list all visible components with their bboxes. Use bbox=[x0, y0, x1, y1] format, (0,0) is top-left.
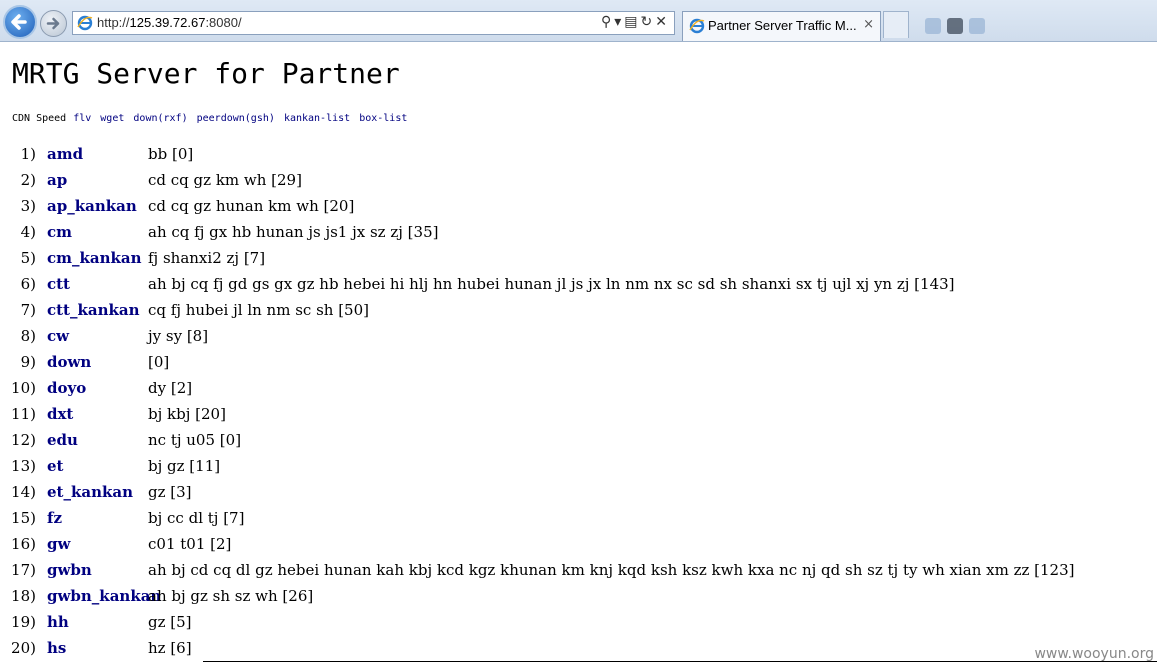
row-number: 11) bbox=[11, 405, 36, 423]
server-name-link[interactable]: ap bbox=[47, 171, 67, 189]
row-number: 13) bbox=[11, 457, 36, 475]
server-hosts: bj cc dl tj [7] bbox=[148, 509, 245, 527]
server-hosts: ah cq fj gx hb hunan js js1 jx sz zj [35… bbox=[148, 223, 439, 241]
server-name-link[interactable]: hs bbox=[47, 639, 66, 657]
page-title: MRTG Server for Partner bbox=[12, 57, 400, 90]
address-bar[interactable]: http://125.39.72.67:8080/ ⚲▾▤↻✕ bbox=[72, 11, 675, 35]
server-name-link[interactable]: ap_kankan bbox=[47, 197, 137, 215]
row-number: 19) bbox=[11, 613, 36, 631]
server-name-link[interactable]: doyo bbox=[47, 379, 86, 397]
server-hosts: gz [5] bbox=[148, 613, 192, 631]
server-name-link[interactable]: gwbn bbox=[47, 561, 92, 579]
server-hosts: cd cq gz hunan km wh [20] bbox=[148, 197, 355, 215]
close-tab-icon[interactable]: × bbox=[863, 17, 874, 32]
server-name-link[interactable]: ctt_kankan bbox=[47, 301, 140, 319]
server-hosts: dy [2] bbox=[148, 379, 193, 397]
row-number: 12) bbox=[11, 431, 36, 449]
server-name-link[interactable]: ctt bbox=[47, 275, 70, 293]
server-hosts: bj gz [11] bbox=[148, 457, 221, 475]
row-number: 3) bbox=[20, 197, 36, 215]
ie-icon bbox=[77, 15, 93, 31]
toolbar-icons bbox=[925, 18, 1157, 36]
new-tab-button[interactable] bbox=[883, 11, 909, 38]
tab-title: Partner Server Traffic M... bbox=[708, 18, 857, 33]
server-hosts: jy sy [8] bbox=[148, 327, 209, 345]
server-hosts: cd cq gz km wh [29] bbox=[148, 171, 302, 189]
row-number: 7) bbox=[20, 301, 36, 319]
server-name-link[interactable]: fz bbox=[47, 509, 62, 527]
refresh-icon[interactable]: ↻ bbox=[641, 14, 656, 30]
row-number: 16) bbox=[11, 535, 36, 553]
server-name-link[interactable]: edu bbox=[47, 431, 78, 449]
server-hosts: ah bj cd cq dl gz hebei hunan kah kbj kc… bbox=[148, 561, 1075, 579]
server-name-link[interactable]: hh bbox=[47, 613, 69, 631]
server-hosts: gz [3] bbox=[148, 483, 192, 501]
server-name-link[interactable]: dxt bbox=[47, 405, 73, 423]
dropdown-icon[interactable]: ▾ bbox=[614, 14, 624, 30]
server-name-link[interactable]: down bbox=[47, 353, 91, 371]
row-number: 10) bbox=[11, 379, 36, 397]
row-number: 18) bbox=[11, 587, 36, 605]
row-number: 17) bbox=[11, 561, 36, 579]
tab-partner-server-traffic[interactable]: Partner Server Traffic M... × bbox=[682, 11, 881, 41]
server-hosts: bj kbj [20] bbox=[148, 405, 226, 423]
row-number: 1) bbox=[20, 145, 36, 163]
nav-link-box-list[interactable]: box-list bbox=[359, 113, 407, 124]
tools-icon[interactable] bbox=[969, 18, 985, 34]
row-number: 5) bbox=[20, 249, 36, 267]
server-hosts: bb [0] bbox=[148, 145, 194, 163]
row-number: 6) bbox=[20, 275, 36, 293]
search-icon[interactable]: ⚲ bbox=[601, 14, 614, 30]
row-number: 9) bbox=[20, 353, 36, 371]
forward-button[interactable] bbox=[40, 10, 67, 37]
ie-icon bbox=[689, 18, 705, 34]
watermark: www.wooyun.org bbox=[1034, 646, 1154, 662]
url-text: http://125.39.72.67:8080/ bbox=[97, 15, 242, 30]
server-hosts: ah bj cq fj gd gs gx gz hb hebei hi hlj … bbox=[148, 275, 955, 293]
nav-link-flv[interactable]: flv bbox=[73, 113, 91, 124]
browser-toolbar: http://125.39.72.67:8080/ ⚲▾▤↻✕ Partner … bbox=[0, 0, 1157, 42]
row-number: 4) bbox=[20, 223, 36, 241]
row-number: 2) bbox=[20, 171, 36, 189]
server-name-link[interactable]: amd bbox=[47, 145, 83, 163]
server-hosts: c01 t01 [2] bbox=[148, 535, 232, 553]
compat-view-icon[interactable]: ▤ bbox=[624, 14, 640, 30]
server-hosts: cq fj hubei jl ln nm sc sh [50] bbox=[148, 301, 369, 319]
back-button[interactable] bbox=[3, 5, 37, 39]
server-name-link[interactable]: cm bbox=[47, 223, 72, 241]
back-arrow-icon bbox=[11, 14, 27, 30]
server-hosts: ah bj gz sh sz wh [26] bbox=[148, 587, 314, 605]
server-name-link[interactable]: et_kankan bbox=[47, 483, 133, 501]
cdn-speed-nav: CDN Speed flv wget down(rxf) peerdown(gsh… bbox=[12, 113, 410, 124]
divider bbox=[203, 661, 1157, 662]
row-number: 15) bbox=[11, 509, 36, 527]
server-name-link[interactable]: et bbox=[47, 457, 63, 475]
server-hosts: [0] bbox=[148, 353, 170, 371]
favorites-icon[interactable] bbox=[947, 18, 963, 34]
server-name-link[interactable]: cw bbox=[47, 327, 69, 345]
server-name-link[interactable]: gw bbox=[47, 535, 70, 553]
forward-arrow-icon bbox=[46, 17, 60, 30]
stop-icon[interactable]: ✕ bbox=[655, 14, 670, 30]
home-icon[interactable] bbox=[925, 18, 941, 34]
row-number: 14) bbox=[11, 483, 36, 501]
nav-link-wget[interactable]: wget bbox=[100, 113, 124, 124]
nav-link-down-rxf[interactable]: down(rxf) bbox=[133, 113, 187, 124]
row-number: 20) bbox=[11, 639, 36, 657]
row-number: 8) bbox=[20, 327, 36, 345]
server-hosts: hz [6] bbox=[148, 639, 192, 657]
nav-link-peerdown-gsh[interactable]: peerdown(gsh) bbox=[197, 113, 275, 124]
server-hosts: fj shanxi2 zj [7] bbox=[148, 249, 266, 267]
server-name-link[interactable]: cm_kankan bbox=[47, 249, 142, 267]
address-bar-tools[interactable]: ⚲▾▤↻✕ bbox=[601, 14, 670, 30]
server-hosts: nc tj u05 [0] bbox=[148, 431, 242, 449]
nav-link-kankan-list[interactable]: kankan-list bbox=[284, 113, 350, 124]
nav-label: CDN Speed bbox=[12, 113, 67, 124]
server-name-link[interactable]: gwbn_kankan bbox=[47, 587, 161, 605]
